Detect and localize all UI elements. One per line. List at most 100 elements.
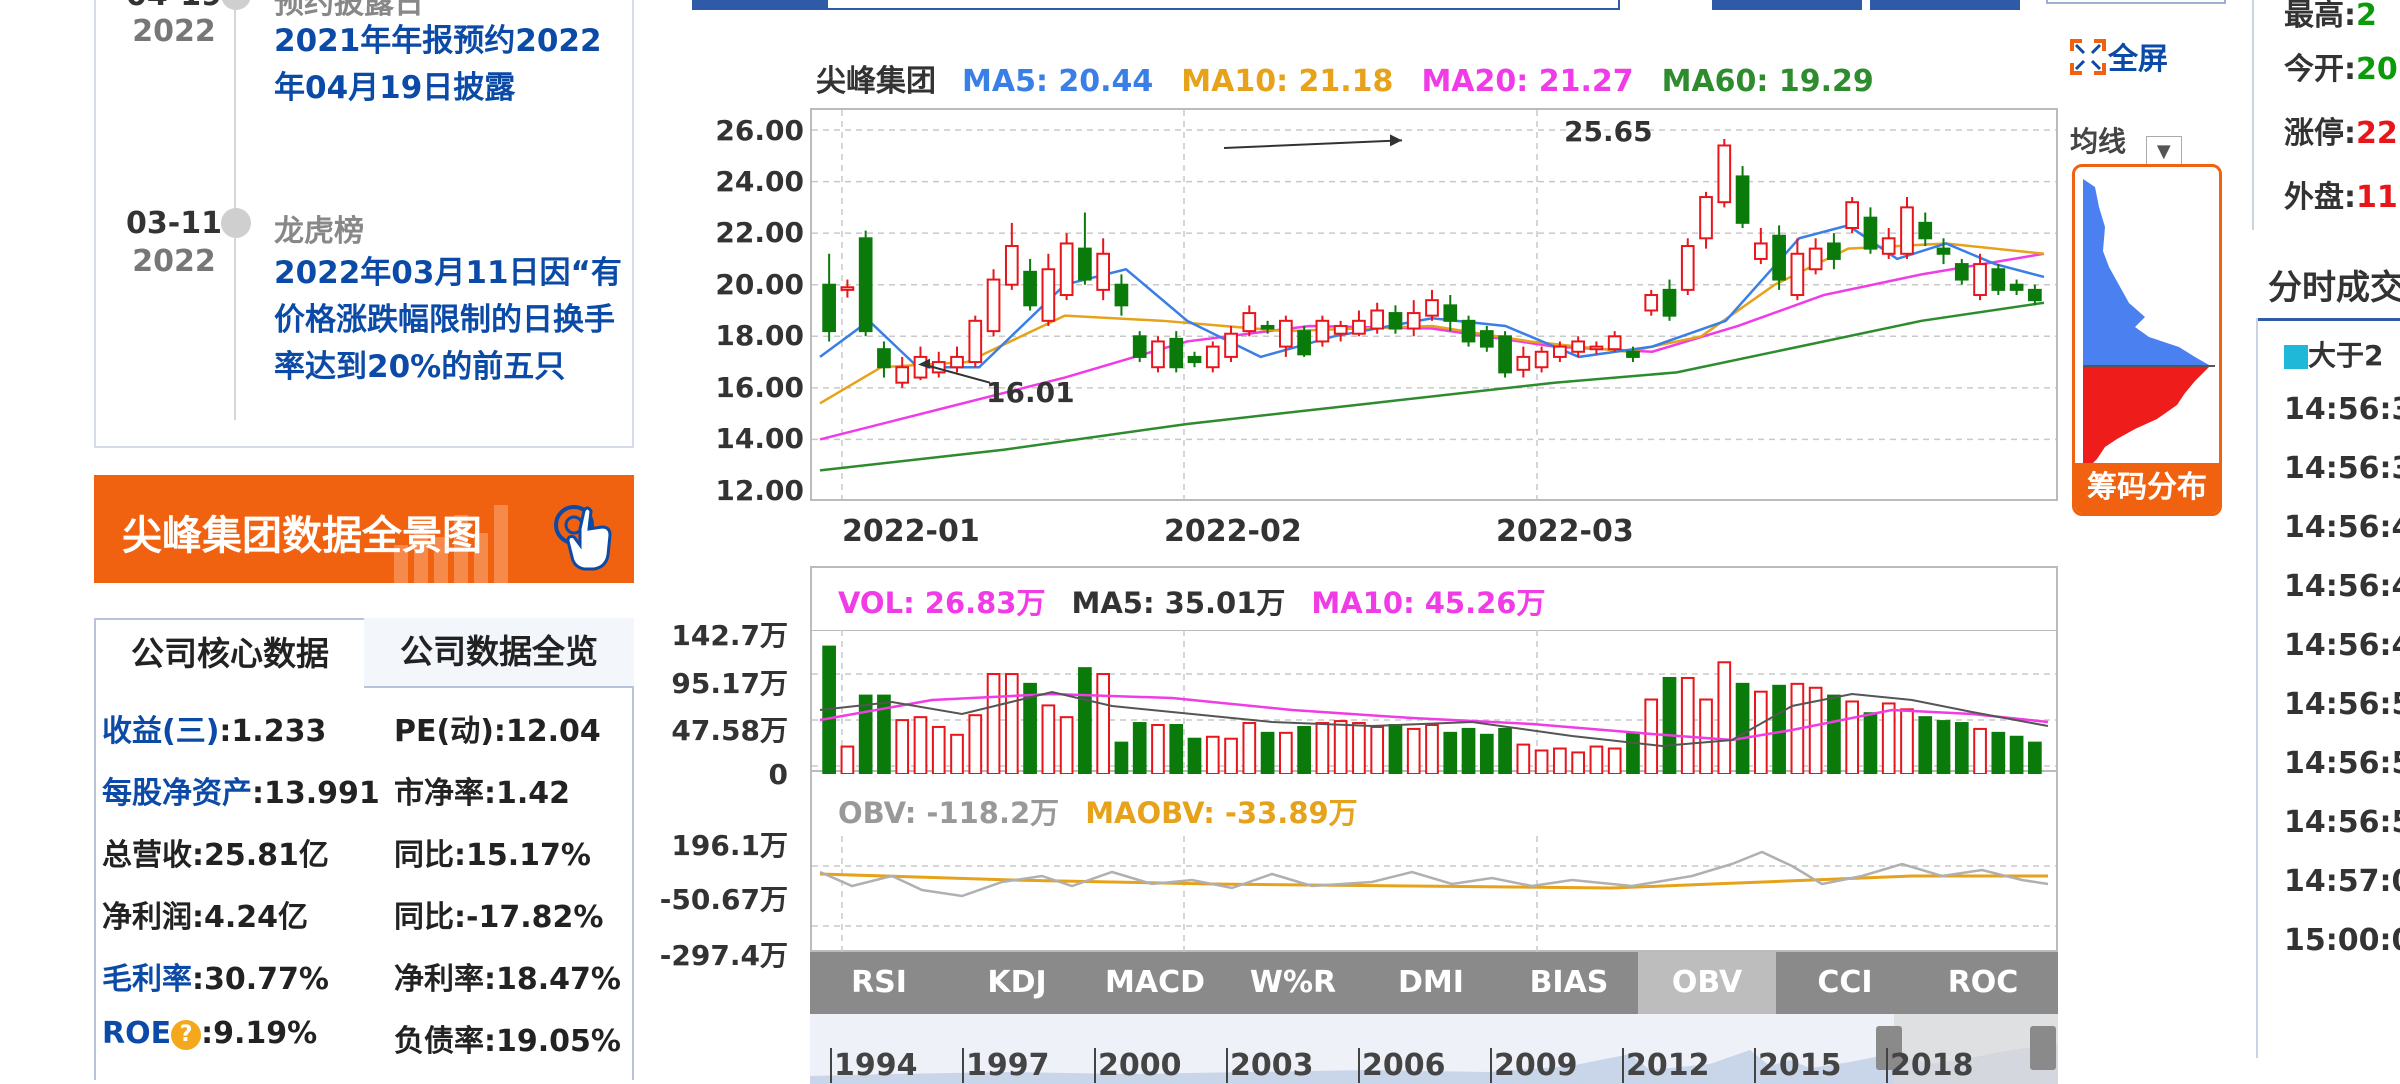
event-year: 2022 <box>132 244 216 279</box>
trade-time: 14:57:0 <box>2284 864 2400 899</box>
up-volume-bar <box>1534 749 1549 774</box>
data-panorama-banner[interactable]: 尖峰集团数据全景图 <box>94 475 634 583</box>
tab-wr[interactable]: W%R <box>1224 952 1362 1014</box>
core-label: 总营收 <box>102 838 192 873</box>
up-candle <box>1096 252 1111 291</box>
up-volume-bar <box>1425 724 1439 774</box>
event-title: 龙虎榜 <box>274 214 364 249</box>
vol-y-tick: 95.17万 <box>671 667 788 700</box>
down-candle <box>1023 270 1037 307</box>
tab-cci[interactable]: CCI <box>1776 952 1914 1014</box>
help-icon[interactable]: ? <box>171 1020 202 1050</box>
navigator-year: 2009 <box>1490 1048 1578 1083</box>
down-candle <box>1827 242 1841 260</box>
y-tick: 16.00 <box>715 371 804 404</box>
core-value: :18.47% <box>484 962 621 997</box>
core-row: 市净率:1.42 <box>394 768 570 812</box>
down-candle <box>1954 263 1969 281</box>
vol-value: VOL: 26.83万 <box>838 586 1046 620</box>
navigator-year: 2000 <box>1094 1048 1182 1083</box>
down-volume-bar <box>1936 720 1951 774</box>
tab-roc[interactable]: ROC <box>1914 952 2052 1014</box>
tab-bias[interactable]: BIAS <box>1500 952 1638 1014</box>
down-candle <box>1388 312 1403 330</box>
up-volume-bar <box>1224 737 1238 774</box>
tab-kdj[interactable]: KDJ <box>948 952 1086 1014</box>
y-tick: 22.00 <box>715 216 804 249</box>
tab-macd[interactable]: MACD <box>1086 952 1224 1014</box>
core-row: 总营收:25.81亿 <box>102 830 329 874</box>
core-row: 净利率:18.47% <box>394 954 621 998</box>
core-row: 毛利率:30.77% <box>102 954 329 998</box>
obv-value: OBV: -118.2万 <box>838 796 1060 830</box>
down-volume-bar <box>2028 741 2042 774</box>
down-candle <box>1297 330 1311 356</box>
navigator-year: 2012 <box>1622 1048 1710 1083</box>
up-volume-bar <box>895 719 910 774</box>
down-volume-bar <box>1169 724 1184 774</box>
search-box[interactable] <box>2046 0 2226 4</box>
down-volume-bar <box>1498 727 1512 774</box>
up-candle <box>1845 201 1860 229</box>
kline-plot[interactable] <box>812 110 2056 499</box>
up-candle <box>1151 340 1165 369</box>
down-candle <box>1078 247 1092 281</box>
toolbar-button[interactable] <box>1870 0 2020 10</box>
up-candle <box>1881 237 1896 255</box>
up-candle <box>1516 355 1531 371</box>
trade-time: 15:00:0 <box>2284 923 2400 958</box>
event-link[interactable]: 2022年03月11日因“有价格涨跌幅限制的日换手率达到20%的前五只 <box>274 250 624 391</box>
up-candle <box>1553 345 1567 358</box>
period-tab-active[interactable] <box>694 0 828 10</box>
range-navigator[interactable]: 1994 1997 2000 2003 2006 2009 2012 2015 … <box>810 1014 2058 1084</box>
up-volume-bar <box>1370 725 1385 774</box>
up-volume-bar <box>1242 722 1257 774</box>
toolbar-button[interactable] <box>1712 0 1862 10</box>
trade-time: 14:56:3 <box>2284 451 2400 486</box>
down-candle <box>1187 355 1202 364</box>
up-volume-bar <box>986 673 1001 774</box>
quote-stat: 最高:2 <box>2284 0 2377 33</box>
down-volume-bar <box>1078 667 1092 774</box>
up-volume-bar <box>840 745 855 774</box>
core-data-tabs: 公司核心数据 公司数据全览 <box>94 618 634 688</box>
down-candle <box>1479 330 1494 348</box>
core-label-link[interactable]: 每股净资产 <box>102 776 252 811</box>
x-tick: 2022-01 <box>842 514 980 549</box>
tab-core-data[interactable]: 公司核心数据 <box>94 618 366 688</box>
event-date: 03-11 <box>126 206 222 241</box>
high-price-label: 25.65 <box>1564 115 1653 148</box>
core-label-link[interactable]: 收益(三) <box>102 714 219 749</box>
core-label: 市净率 <box>394 776 484 811</box>
quote-stat: 今开:20 <box>2284 52 2398 87</box>
down-candle <box>1936 247 1951 255</box>
y-tick: 12.00 <box>715 474 804 507</box>
fullscreen-button[interactable]: 全屏 <box>2068 34 2168 78</box>
core-row: ROE?:9.19% <box>102 1016 317 1051</box>
tab-dmi[interactable]: DMI <box>1362 952 1500 1014</box>
up-volume-bar <box>1553 747 1567 774</box>
core-label-link[interactable]: 毛利率 <box>102 962 192 997</box>
down-volume-bar <box>1443 731 1458 774</box>
tab-obv[interactable]: OBV <box>1638 952 1776 1014</box>
section-title: 分时成交 <box>2268 268 2400 308</box>
down-volume-bar <box>1991 731 2006 774</box>
tab-rsi[interactable]: RSI <box>810 952 948 1014</box>
core-label-link[interactable]: ROE <box>102 1016 171 1051</box>
obv-legend: OBV: -118.2万 MAOBV: -33.89万 <box>838 790 1358 832</box>
obv-line <box>819 850 2049 898</box>
period-tabs[interactable] <box>692 0 1620 10</box>
event-link[interactable]: 2021年年报预约2022年04月19日披露 <box>274 18 624 112</box>
down-candle <box>2009 283 2024 291</box>
x-tick: 2022-03 <box>1496 514 1634 549</box>
chip-distribution[interactable]: 筹码分布 <box>2072 164 2222 516</box>
core-label: 负债率 <box>394 1024 484 1059</box>
obv-plot[interactable] <box>812 836 2056 952</box>
ma-select[interactable]: 均线 ▼ <box>2070 120 2182 168</box>
tab-all-data[interactable]: 公司数据全览 <box>364 618 634 688</box>
volume-plot[interactable] <box>812 630 2056 774</box>
down-volume-bar <box>1662 676 1677 774</box>
core-label: 净利率 <box>394 962 484 997</box>
core-value: :15.17% <box>454 838 591 873</box>
down-candle <box>1132 335 1147 358</box>
